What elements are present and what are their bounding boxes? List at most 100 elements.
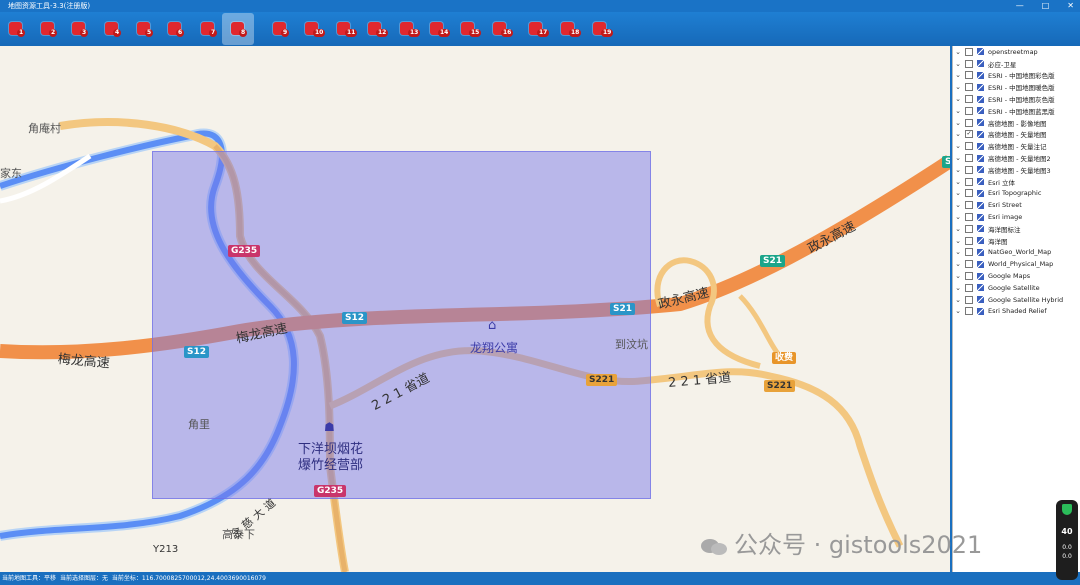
layer-item[interactable]: ⌄ Google Maps [953, 270, 1080, 282]
chevron-down-icon[interactable]: ⌄ [953, 260, 963, 268]
layer-checkbox[interactable] [965, 236, 973, 245]
layer-item[interactable]: ⌄ 高德地图 - 矢量地图2 [953, 152, 1080, 164]
layer-icon [977, 260, 984, 268]
toolbar-button-8[interactable]: 8 [222, 13, 254, 45]
layer-checkbox[interactable] [965, 118, 973, 127]
toolbar-button-5[interactable]: 5 [132, 17, 156, 41]
toolbar-badge: 12 [376, 29, 389, 37]
layer-item[interactable]: ⌄ openstreetmap [953, 46, 1080, 58]
layer-checkbox[interactable] [965, 59, 973, 68]
layer-checkbox[interactable] [965, 154, 973, 163]
toolbar-button-7[interactable]: 7 [196, 17, 220, 41]
chevron-down-icon[interactable]: ⌄ [953, 237, 963, 245]
toolbar-button-4[interactable]: 4 [100, 17, 124, 41]
chevron-down-icon[interactable]: ⌄ [953, 189, 963, 197]
layer-checkbox[interactable] [965, 165, 973, 174]
layer-checkbox[interactable] [965, 142, 973, 151]
layer-icon [977, 48, 984, 56]
toolbar-button-12[interactable]: 12 [363, 17, 389, 41]
layer-checkbox[interactable] [965, 95, 973, 104]
toolbar-button-13[interactable]: 13 [395, 17, 421, 41]
minimize-button[interactable]: — [1016, 0, 1024, 12]
layer-item[interactable]: ⌄ World_Physical_Map [953, 258, 1080, 270]
layer-item[interactable]: ⌄ Esri image [953, 211, 1080, 223]
layer-item[interactable]: ⌄ NatGeo_World_Map [953, 247, 1080, 259]
layer-checkbox[interactable] [965, 213, 973, 222]
toolbar-button-2[interactable]: 2 [36, 17, 60, 41]
layer-item[interactable]: ⌄ ESRI - 中国地图蓝黑版 [953, 105, 1080, 117]
layer-checkbox[interactable] [965, 283, 973, 292]
layer-item[interactable]: ⌄ 必应-卫星 [953, 58, 1080, 70]
layer-checkbox[interactable] [965, 272, 973, 281]
chevron-down-icon[interactable]: ⌄ [953, 272, 963, 280]
toolbar-button-3[interactable]: 3 [67, 17, 91, 41]
layer-item[interactable]: ⌄ Google Satellite [953, 282, 1080, 294]
layer-icon [977, 213, 984, 221]
selection-rectangle[interactable] [152, 151, 651, 499]
chevron-down-icon[interactable]: ⌄ [953, 130, 963, 138]
chevron-down-icon[interactable]: ⌄ [953, 142, 963, 150]
layer-checkbox[interactable] [965, 47, 973, 56]
layer-item[interactable]: ⌄ Esri Topographic [953, 188, 1080, 200]
layer-item[interactable]: ⌄ ESRI - 中国地图灰色版 [953, 93, 1080, 105]
toolbar-button-15[interactable]: 15 [456, 17, 482, 41]
chevron-down-icon[interactable]: ⌄ [953, 307, 963, 315]
chevron-down-icon[interactable]: ⌄ [953, 225, 963, 233]
chevron-down-icon[interactable]: ⌄ [953, 296, 963, 304]
layer-checkbox[interactable] [965, 224, 973, 233]
layer-checkbox[interactable] [965, 201, 973, 210]
chevron-down-icon[interactable]: ⌄ [953, 60, 963, 68]
chevron-down-icon[interactable]: ⌄ [953, 201, 963, 209]
chevron-down-icon[interactable]: ⌄ [953, 48, 963, 56]
layer-item[interactable]: ⌄ Esri Street [953, 199, 1080, 211]
layer-checkbox[interactable] [965, 71, 973, 80]
layer-item[interactable]: ⌄ ESRI - 中国地图暖色版 [953, 81, 1080, 93]
layer-checkbox[interactable] [965, 83, 973, 92]
layer-checkbox[interactable] [965, 189, 973, 198]
layer-checkbox[interactable] [965, 106, 973, 115]
layer-item[interactable]: ⌄ ESRI - 中国地图彩色版 [953, 70, 1080, 82]
map-view[interactable]: 角庵村 家东 角里 到汶坑 高泰下 ⌂ 龙翔公寓 ☗ 下洋坝烟花 爆竹经营部 梅… [0, 46, 950, 572]
layer-item[interactable]: ⌄ 海洋图标注 [953, 223, 1080, 235]
chevron-down-icon[interactable]: ⌄ [953, 119, 963, 127]
layer-item[interactable]: ⌄ Esri Shaded Relief [953, 306, 1080, 318]
close-button[interactable]: ✕ [1067, 0, 1074, 12]
chevron-down-icon[interactable]: ⌄ [953, 71, 963, 79]
chevron-down-icon[interactable]: ⌄ [953, 107, 963, 115]
layer-checkbox[interactable] [965, 307, 973, 316]
layer-item[interactable]: ⌄ Esri 立体 [953, 176, 1080, 188]
toolbar-button-11[interactable]: 11 [332, 17, 358, 41]
toolbar-button-17[interactable]: 17 [524, 17, 550, 41]
chevron-down-icon[interactable]: ⌄ [953, 178, 963, 186]
layer-icon [977, 307, 984, 315]
toolbar-button-14[interactable]: 14 [425, 17, 451, 41]
toolbar-button-19[interactable]: 19 [588, 17, 614, 41]
layer-item[interactable]: ⌄ Google Satellite Hybrid [953, 294, 1080, 306]
layer-item[interactable]: ⌄ ✓ 高德地图 - 矢量地图 [953, 129, 1080, 141]
chevron-down-icon[interactable]: ⌄ [953, 95, 963, 103]
chevron-down-icon[interactable]: ⌄ [953, 83, 963, 91]
toolbar-badge: 9 [281, 29, 290, 37]
chevron-down-icon[interactable]: ⌄ [953, 213, 963, 221]
layer-checkbox[interactable]: ✓ [965, 130, 973, 139]
toolbar-button-18[interactable]: 18 [556, 17, 582, 41]
toolbar-button-6[interactable]: 6 [163, 17, 187, 41]
toolbar-button-16[interactable]: 16 [488, 17, 514, 41]
layer-checkbox[interactable] [965, 295, 973, 304]
chevron-down-icon[interactable]: ⌄ [953, 166, 963, 174]
chevron-down-icon[interactable]: ⌄ [953, 284, 963, 292]
maximize-button[interactable]: □ [1042, 0, 1050, 12]
toolbar-button-10[interactable]: 10 [300, 17, 326, 41]
layer-item[interactable]: ⌄ 海洋图 [953, 235, 1080, 247]
toolbar-button-1[interactable]: 1 [4, 17, 28, 41]
layer-checkbox[interactable] [965, 248, 973, 257]
chevron-down-icon[interactable]: ⌄ [953, 248, 963, 256]
chevron-down-icon[interactable]: ⌄ [953, 154, 963, 162]
layer-checkbox[interactable] [965, 177, 973, 186]
layer-item[interactable]: ⌄ 高德地图 - 矢量注记 [953, 140, 1080, 152]
layer-item[interactable]: ⌄ 高德地图 - 影像地图 [953, 117, 1080, 129]
layer-checkbox[interactable] [965, 260, 973, 269]
place-label: 龙翔公寓 [470, 341, 519, 355]
layer-item[interactable]: ⌄ 高德地图 - 矢量地图3 [953, 164, 1080, 176]
toolbar-button-9[interactable]: 9 [268, 17, 292, 41]
